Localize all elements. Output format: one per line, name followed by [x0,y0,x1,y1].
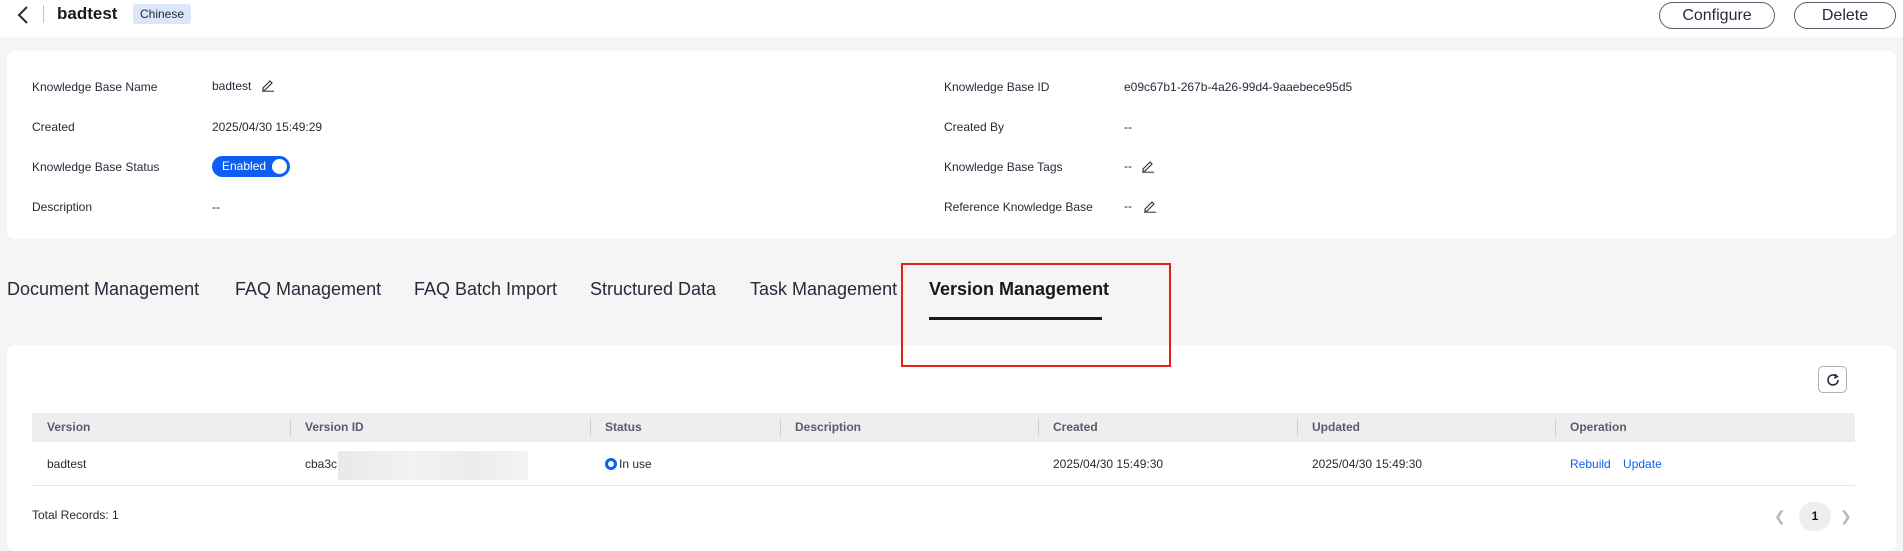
column-header-operation: Operation [1570,420,1627,434]
kb-status-toggle[interactable]: Enabled [212,156,290,177]
tab-faq-management[interactable]: FAQ Management [235,279,381,300]
edit-reference-icon[interactable] [1143,199,1157,213]
created-by-label: Created By [944,120,1005,134]
column-header-version-id: Version ID [305,420,364,434]
kb-id-label: Knowledge Base ID [944,80,1050,94]
highlight-box [901,263,1171,367]
cell-status: In use [590,442,652,486]
reference-kb-label: Reference Knowledge Base [944,200,1093,214]
description-value: -- [212,200,220,214]
language-badge: Chinese [133,4,192,24]
column-header-updated: Updated [1312,420,1360,434]
back-arrow-icon[interactable] [13,4,35,26]
kb-tags-label: Knowledge Base Tags [944,160,1063,174]
kb-name-value: badtest [212,79,252,93]
tab-faq-batch-import[interactable]: FAQ Batch Import [414,279,557,300]
status-in-use-icon [605,458,617,470]
kb-tags-value: -- [1124,159,1132,173]
edit-tags-icon[interactable] [1141,159,1155,173]
delete-button[interactable]: Delete [1794,2,1896,29]
refresh-icon [1827,373,1839,386]
column-header-description: Description [795,420,862,434]
cell-description [780,442,795,486]
tab-document-management[interactable]: Document Management [7,279,199,300]
next-page-icon[interactable]: ❯ [1840,508,1852,525]
configure-button[interactable]: Configure [1659,2,1775,29]
rebuild-link[interactable]: Rebuild [1570,457,1611,471]
page-title: badtest [57,4,118,23]
column-header-version: Version [47,420,91,434]
table-header: Version Version ID Status Description Cr… [32,413,1855,442]
toggle-label: Enabled [222,159,267,173]
header-divider [43,5,44,23]
cell-updated: 2025/04/30 15:49:30 [1312,457,1423,471]
cell-operation: Rebuild Update [1555,442,1662,486]
refresh-button[interactable] [1818,366,1847,393]
kb-id-value: e09c67b1-267b-4a26-99d4-9aaebece95d5 [1124,80,1353,94]
redacted-version-id [338,451,528,480]
created-by-value: -- [1124,120,1132,134]
status-text: In use [619,457,652,471]
current-page-button[interactable]: 1 [1799,502,1831,531]
update-link[interactable]: Update [1623,457,1662,471]
column-header-status: Status [605,420,642,434]
cell-version-id: cba3c [305,457,338,471]
total-records: Total Records: 1 [32,508,119,522]
table-row: badtest cba3c In use 2025/04/30 15:49:30… [32,442,1855,486]
description-label: Description [32,200,93,214]
edit-name-icon[interactable] [261,78,275,92]
kb-name-label: Knowledge Base Name [32,80,158,94]
column-header-created: Created [1053,420,1098,434]
kb-status-label: Knowledge Base Status [32,160,160,174]
cell-created: 2025/04/30 15:49:30 [1053,457,1164,471]
created-value: 2025/04/30 15:49:29 [212,120,323,134]
page-header: badtest Chinese Configure Delete [0,0,1903,37]
previous-page-icon[interactable]: ❮ [1774,508,1786,525]
cell-version: badtest [47,457,87,471]
toggle-knob [272,159,287,174]
reference-kb-value: -- [1124,199,1132,213]
created-label: Created [32,120,75,134]
tab-structured-data[interactable]: Structured Data [590,279,716,300]
tab-task-management[interactable]: Task Management [750,279,897,300]
